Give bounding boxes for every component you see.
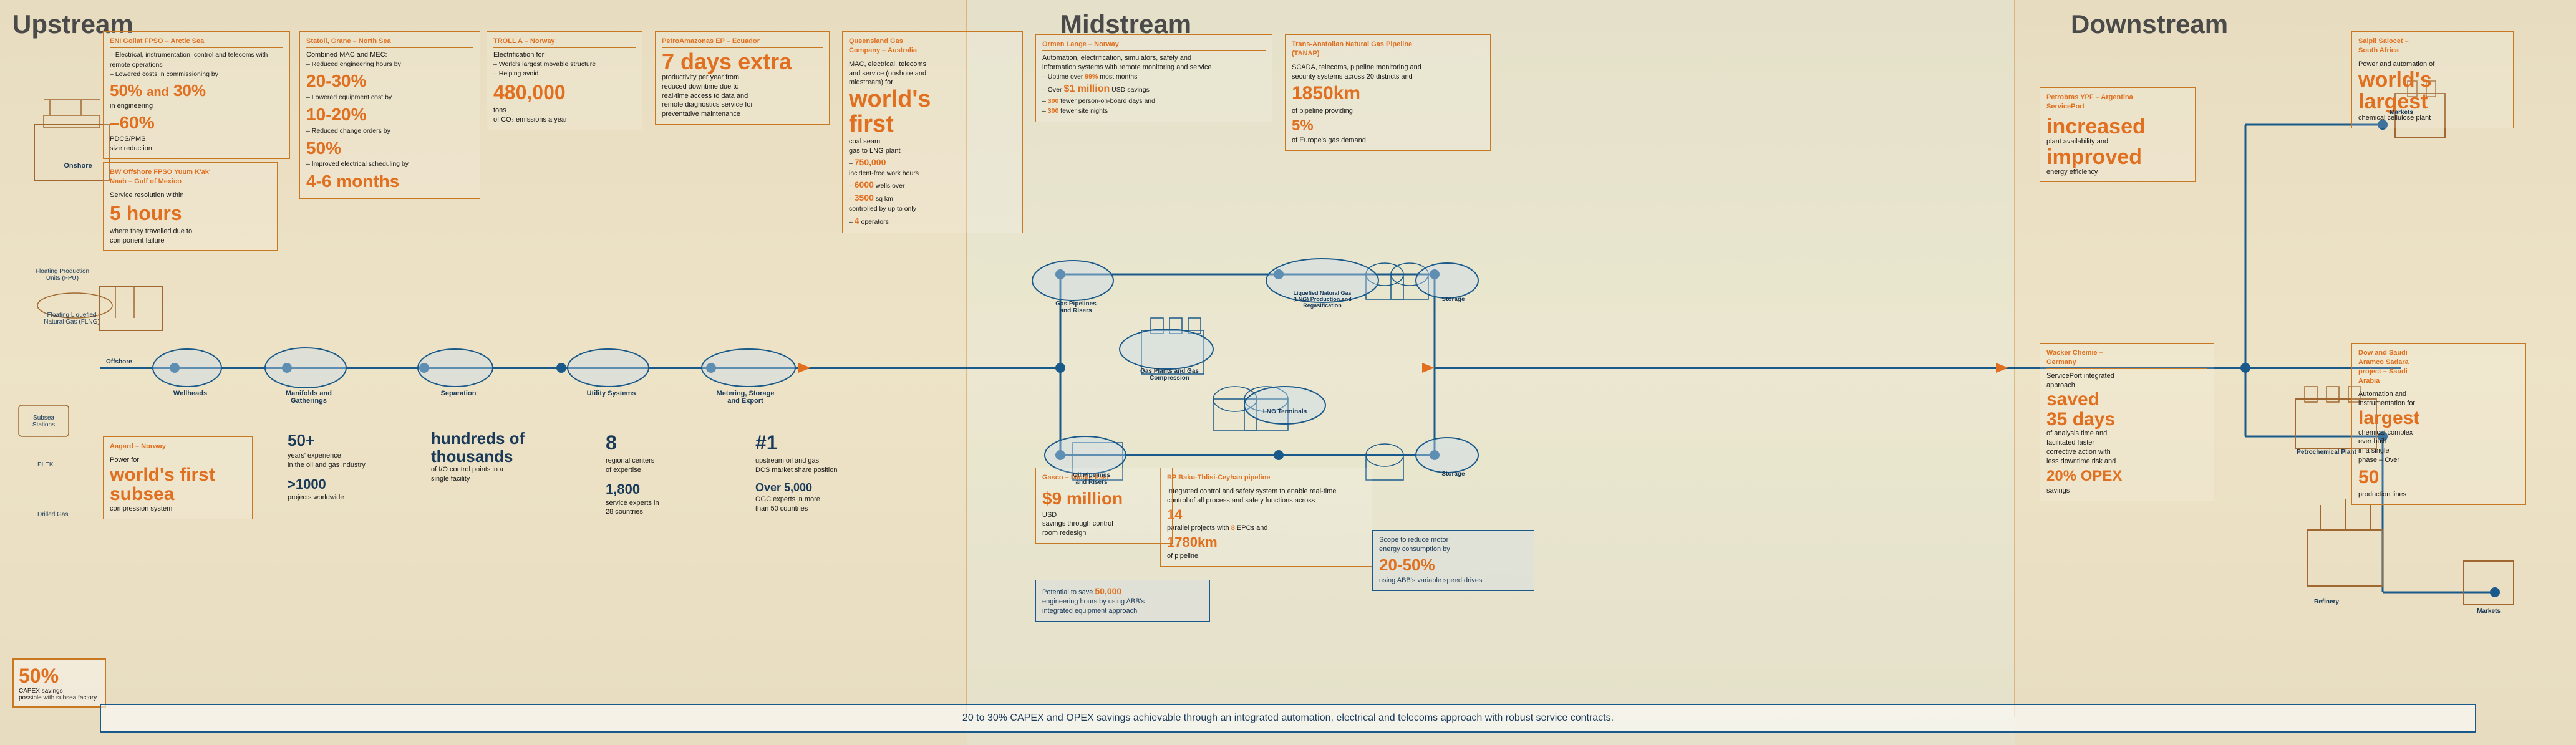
dow-title: Dow and SaudiAramco Sadaraproject – Saud… bbox=[2358, 348, 2519, 387]
statoil-title: Statoil, Grane – North Sea bbox=[306, 37, 473, 48]
trans-km: 1850km bbox=[1292, 81, 1484, 107]
eni-pct1: 50% and 30% bbox=[110, 80, 283, 102]
troll-tons: 480,000 bbox=[493, 79, 636, 106]
statoil-pct2: 10-20% bbox=[306, 103, 473, 127]
bw-box: BW Offshore FPSO Yuum K'ak'Naab – Gulf o… bbox=[103, 162, 278, 251]
bp-box: BP Baku-Tblisi-Ceyhan pipeline Integrate… bbox=[1160, 468, 1372, 567]
petrobras-improved: improved bbox=[2046, 147, 2189, 168]
main-container: Upstream Midstream Downstream ENI Goliat… bbox=[0, 0, 2576, 745]
regional-box: 8 regional centersof expertise 1,800 ser… bbox=[599, 424, 724, 522]
markets-top-label: Markets bbox=[2376, 109, 2426, 116]
petrobras-title: Petrobras YPF – ArgentinaServicePort bbox=[2046, 93, 2189, 113]
downstream-header: Downstream bbox=[2071, 9, 2228, 39]
years-num: 50+ bbox=[288, 430, 399, 451]
capex-pct: 50% bbox=[19, 665, 100, 688]
years-exp-box: 50+ years' experiencein the oil and gas … bbox=[281, 424, 405, 508]
hundreds-text: hundreds ofthousands bbox=[431, 430, 573, 465]
scope-pct: 20-50% bbox=[1379, 554, 1528, 576]
trans-box: Trans-Anatolian Natural Gas Pipeline(TAN… bbox=[1285, 34, 1491, 151]
storage-bot-label: Storage bbox=[1428, 471, 1478, 478]
capex-savings: 50% CAPEX savingspossible with subsea fa… bbox=[12, 658, 106, 708]
qld-box: Queensland GasCompany – Australia MAC, e… bbox=[842, 31, 1023, 233]
eni-box: ENI Goliat FPSO – Arctic Sea Electrical,… bbox=[103, 31, 290, 159]
statoil-box: Statoil, Grane – North Sea Combined MAC … bbox=[299, 31, 480, 199]
wacker-opex: 20% OPEX bbox=[2046, 466, 2207, 486]
troll-title: TROLL A – Norway bbox=[493, 37, 636, 48]
bottom-banner: 20 to 30% CAPEX and OPEX savings achieva… bbox=[100, 704, 2476, 733]
wacker-title: Wacker Chemie –Germany bbox=[2046, 348, 2207, 369]
gasco-savings: $9 million bbox=[1042, 487, 1166, 511]
qld-title: Queensland GasCompany – Australia bbox=[849, 37, 1016, 57]
aagard-title: Aagard – Norway bbox=[110, 442, 246, 453]
markets-bot-label: Markets bbox=[2464, 608, 2514, 615]
gas-plants-label: Gas Plants and GasCompression bbox=[1129, 368, 1210, 382]
statoil-pct3: 50% bbox=[306, 137, 473, 160]
utility-label: Utility Systems bbox=[577, 390, 646, 397]
onshore-label: Onshore bbox=[47, 162, 109, 170]
petrobras-increased: increased bbox=[2046, 116, 2189, 137]
qld-first: world'sfirst bbox=[849, 87, 1016, 137]
lng-terminals-label: LNG Terminals bbox=[1247, 408, 1322, 415]
troll-box: TROLL A – Norway Electrification for Wor… bbox=[487, 31, 642, 130]
drilled-label: Drilled Gas bbox=[37, 511, 68, 518]
bp-parallel: 14 bbox=[1167, 506, 1365, 524]
petro-days: 7 days extra bbox=[662, 50, 823, 73]
metering-label: Metering, Storageand Export bbox=[702, 390, 789, 405]
regional-num: 8 bbox=[606, 430, 717, 456]
petrochemical-label: Petrochemical Plant bbox=[2283, 449, 2370, 456]
eni-pct2: –60% bbox=[110, 111, 283, 135]
dcs-num: #1 bbox=[755, 430, 885, 456]
refinery-label: Refinery bbox=[2295, 598, 2358, 605]
eni-title: ENI Goliat FPSO – Arctic Sea bbox=[110, 37, 283, 48]
wacker-saved: saved35 days bbox=[2046, 390, 2207, 429]
potential-box: Potential to save 50,000engineering hour… bbox=[1035, 580, 1210, 622]
lng-production-label: Liquefied Natural Gas(LNG) Production an… bbox=[1272, 290, 1372, 309]
bottom-banner-text: 20 to 30% CAPEX and OPEX savings achieva… bbox=[962, 713, 1614, 723]
petro-title: PetroAmazonas EP – Ecuador bbox=[662, 37, 823, 48]
separation-label: Separation bbox=[433, 390, 483, 397]
statoil-pct1: 20-30% bbox=[306, 69, 473, 93]
oil-pipelines-label: Oil Pipelinesand Risers bbox=[1051, 472, 1132, 486]
bp-km: 1780km bbox=[1167, 533, 1365, 552]
statoil-months: 4-6 months bbox=[306, 170, 473, 193]
fpso-label: Floating ProductionUnits (FPU) bbox=[25, 268, 100, 282]
saipil-box: Saipil Saiocet –South Africa Power and a… bbox=[2351, 31, 2514, 128]
trans-title: Trans-Anatolian Natural Gas Pipeline(TAN… bbox=[1292, 40, 1484, 60]
trans-pct: 5% bbox=[1292, 116, 1484, 136]
flng-label: Floating LiquefiedNatural Gas (FLNG) bbox=[34, 312, 109, 325]
bp-title: BP Baku-Tblisi-Ceyhan pipeline bbox=[1167, 473, 1365, 484]
service-num: 1,800 bbox=[606, 481, 640, 497]
manifolds-label: Manifolds andGatherings bbox=[274, 390, 343, 405]
bw-hours: 5 hours bbox=[110, 200, 271, 227]
dow-largest: largest bbox=[2358, 408, 2519, 428]
aagard-box: Aagard – Norway Power for world's firsts… bbox=[103, 436, 253, 519]
wellheads-label: Wellheads bbox=[162, 390, 218, 397]
bw-title: BW Offshore FPSO Yuum K'ak'Naab – Gulf o… bbox=[110, 168, 271, 188]
petro-box: PetroAmazonas EP – Ecuador 7 days extra … bbox=[655, 31, 830, 125]
ormen-title: Ormen Lange – Norway bbox=[1042, 40, 1266, 51]
dow-lines: 50 bbox=[2358, 465, 2519, 491]
scope-box: Scope to reduce motorenergy consumption … bbox=[1372, 530, 1534, 591]
experts-num: Over 5,000 bbox=[755, 481, 812, 494]
wacker-box: Wacker Chemie –Germany ServicePort integ… bbox=[2040, 343, 2214, 501]
plek-label: PLEK bbox=[37, 461, 54, 468]
saipil-largest: world'slargest bbox=[2358, 69, 2507, 113]
aagard-subsea: world's firstsubsea bbox=[110, 465, 246, 504]
offshore-label: Offshore bbox=[106, 358, 132, 365]
dow-box: Dow and SaudiAramco Sadaraproject – Saud… bbox=[2351, 343, 2526, 505]
hundreds-box: hundreds ofthousands of I/O control poin… bbox=[424, 424, 580, 489]
dcs-box: #1 upstream oil and gasDCS market share … bbox=[748, 424, 892, 519]
storage-top-label: Storage bbox=[1428, 296, 1478, 303]
ormen-box: Ormen Lange – Norway Automation, electri… bbox=[1035, 34, 1272, 122]
saipil-title: Saipil Saiocet –South Africa bbox=[2358, 37, 2507, 57]
gas-pipelines-label: Gas Pipelinesand Risers bbox=[1039, 300, 1113, 314]
subsea-label: SubseaStations bbox=[12, 415, 75, 428]
petrobras-box: Petrobras YPF – ArgentinaServicePort inc… bbox=[2040, 87, 2196, 182]
projects-num: >1000 bbox=[288, 475, 399, 494]
